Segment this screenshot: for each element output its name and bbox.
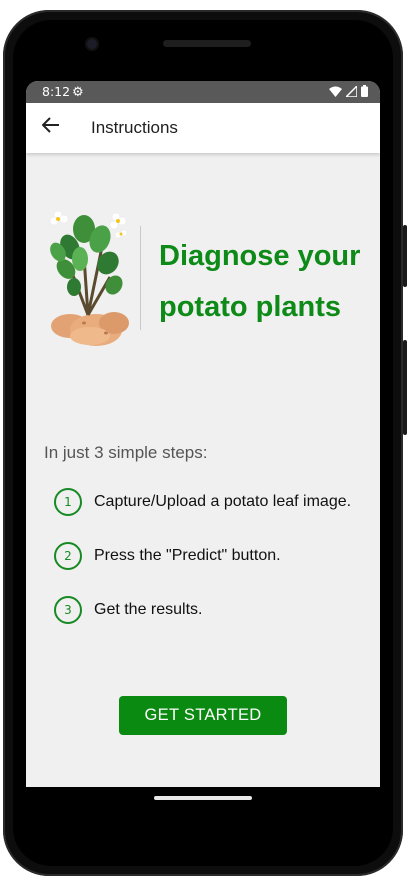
step-item: 3 Get the results. bbox=[54, 596, 203, 624]
potato-plant-illustration bbox=[49, 210, 129, 346]
step-text: Get the results. bbox=[94, 601, 203, 618]
step-text: Press the "Predict" button. bbox=[94, 547, 281, 564]
front-camera bbox=[87, 39, 97, 49]
page-title: Instructions bbox=[91, 118, 178, 137]
hero-headline: Diagnose your potato plants bbox=[159, 240, 361, 323]
system-nav-bar bbox=[26, 787, 380, 831]
steps-intro: In just 3 simple steps: bbox=[44, 443, 208, 462]
arrow-left-icon[interactable] bbox=[41, 116, 60, 138]
step-text: Capture/Upload a potato leaf image. bbox=[94, 493, 352, 510]
step-item: 2 Press the "Predict" button. bbox=[54, 542, 281, 570]
hero-divider bbox=[140, 226, 141, 330]
home-gesture-pill[interactable] bbox=[154, 796, 252, 800]
battery-icon bbox=[361, 85, 368, 97]
earpiece-speaker bbox=[163, 40, 251, 47]
step-number-badge: 1 bbox=[54, 488, 82, 516]
wifi-icon bbox=[329, 86, 342, 97]
status-icons bbox=[329, 85, 368, 97]
step-item: 1 Capture/Upload a potato leaf image. bbox=[54, 488, 351, 516]
get-started-button[interactable]: GET STARTED bbox=[119, 696, 287, 735]
status-bar: 8:12 ⚙ bbox=[26, 81, 380, 103]
gear-icon: ⚙ bbox=[72, 84, 84, 99]
volume-button bbox=[403, 340, 407, 435]
step-number-badge: 3 bbox=[54, 596, 82, 624]
step-number-badge: 2 bbox=[54, 542, 82, 570]
app-bar: Instructions bbox=[26, 103, 380, 153]
signal-icon bbox=[346, 85, 357, 97]
power-button bbox=[403, 225, 407, 287]
app-screen: 8:12 ⚙ Instructions Diagnose your potato… bbox=[26, 81, 380, 787]
status-time: 8:12 bbox=[42, 84, 71, 99]
